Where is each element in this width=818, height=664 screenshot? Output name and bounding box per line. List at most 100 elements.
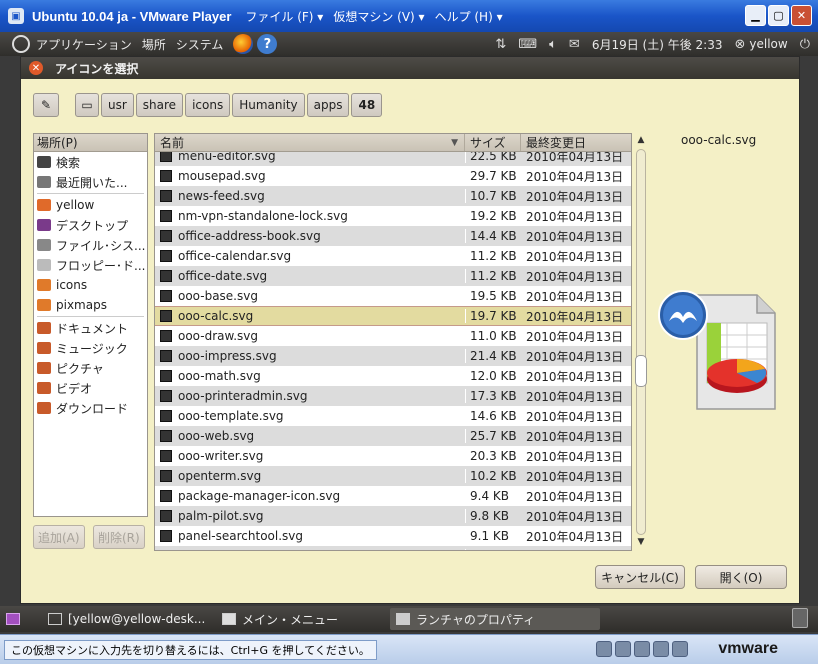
- file-row[interactable]: ooo-draw.svg 11.0 KB 2010年04月13日: [155, 326, 631, 346]
- vmware-menu-file[interactable]: ファイル (F) ▾: [245, 8, 323, 25]
- scroll-down-icon[interactable]: ▼: [635, 537, 647, 549]
- type-location-button[interactable]: ✎: [33, 93, 59, 117]
- place-item[interactable]: ミュージック: [34, 338, 147, 358]
- place-item[interactable]: icons: [34, 275, 147, 295]
- path-root-button[interactable]: ▭: [75, 93, 99, 117]
- place-item[interactable]: 最近開いた...: [34, 172, 147, 192]
- file-row[interactable]: openterm.svg 10.2 KB 2010年04月13日: [155, 466, 631, 486]
- place-item[interactable]: ビデオ: [34, 378, 147, 398]
- column-modified[interactable]: 最終変更日: [521, 134, 631, 151]
- menu-applications[interactable]: アプリケーション: [36, 36, 132, 53]
- vmware-menu-vm[interactable]: 仮想マシン (V) ▾: [333, 8, 424, 25]
- file-size: 9.1 KB: [465, 529, 521, 543]
- menu-system[interactable]: システム: [176, 36, 224, 53]
- user-name[interactable]: yellow: [749, 37, 787, 51]
- user-switch-icon[interactable]: ⊗: [734, 37, 745, 52]
- cd-rom-icon[interactable]: [615, 641, 631, 657]
- file-row[interactable]: package-manager-icon.svg 9.4 KB 2010年04月13…: [155, 486, 631, 506]
- scroll-thumb[interactable]: [635, 355, 647, 387]
- path-humanity[interactable]: Humanity: [232, 93, 305, 117]
- file-row[interactable]: nm-vpn-standalone-lock.svg 19.2 KB 2010年04…: [155, 206, 631, 226]
- help-icon[interactable]: ?: [257, 34, 278, 54]
- ubuntu-logo-icon[interactable]: [12, 35, 30, 53]
- file-date: 2010年04月13日: [526, 229, 624, 244]
- place-item[interactable]: ドキュメント: [34, 318, 147, 338]
- network-icon[interactable]: ⇅: [495, 37, 506, 52]
- file-row[interactable]: panel-searchtool.svg 9.1 KB 2010年04月13日: [155, 526, 631, 546]
- usb-icon[interactable]: [653, 641, 669, 657]
- hard-disk-icon[interactable]: [596, 641, 612, 657]
- file-row[interactable]: ooo-printeradmin.svg 17.3 KB 2010年04月13日: [155, 386, 631, 406]
- place-item[interactable]: yellow: [34, 195, 147, 215]
- remove-bookmark-button[interactable]: 削除(R): [93, 525, 145, 549]
- file-row[interactable]: office-calendar.svg 11.2 KB 2010年04月13日: [155, 246, 631, 266]
- minimize-button[interactable]: ▁: [745, 5, 766, 26]
- close-button[interactable]: ✕: [791, 5, 812, 26]
- task-launcher-properties[interactable]: ランチャのプロパティ: [390, 608, 600, 630]
- place-item[interactable]: ピクチャ: [34, 358, 147, 378]
- path-share[interactable]: share: [135, 93, 184, 117]
- file-row[interactable]: ooo-web.svg 25.7 KB 2010年04月13日: [155, 426, 631, 446]
- search-icon: [37, 156, 51, 168]
- keyboard-icon[interactable]: ⌨: [518, 37, 537, 52]
- open-button[interactable]: 開く(O): [695, 565, 787, 589]
- image-file-icon: [160, 170, 172, 182]
- file-row[interactable]: news-feed.svg 10.7 KB 2010年04月13日: [155, 186, 631, 206]
- place-item[interactable]: 検索: [34, 152, 147, 172]
- place-item[interactable]: デスクトップ: [34, 215, 147, 235]
- file-row[interactable]: ooo-impress.svg 21.4 KB 2010年04月13日: [155, 346, 631, 366]
- firefox-icon[interactable]: [233, 34, 254, 54]
- power-icon[interactable]: ⏻: [800, 37, 810, 52]
- sound-icon[interactable]: [672, 641, 688, 657]
- file-row[interactable]: ooo-math.svg 12.0 KB 2010年04月13日: [155, 366, 631, 386]
- file-row[interactable]: mousepad.svg 29.7 KB 2010年04月13日: [155, 166, 631, 186]
- volume-icon[interactable]: 🔈︎: [549, 37, 557, 52]
- cancel-button[interactable]: キャンセル(C): [595, 565, 685, 589]
- file-size: 21.4 KB: [465, 349, 521, 363]
- vmware-menu-help[interactable]: ヘルプ (H) ▾: [435, 8, 503, 25]
- mail-icon[interactable]: ✉: [569, 37, 580, 52]
- image-file-icon: [160, 190, 172, 202]
- file-row[interactable]: palm-pilot.svg 9.8 KB 2010年04月13日: [155, 506, 631, 526]
- scroll-trough[interactable]: [636, 149, 646, 535]
- path-usr[interactable]: usr: [101, 93, 134, 117]
- image-file-icon: [160, 270, 172, 282]
- task-main-menu[interactable]: メイン・メニュー: [216, 608, 388, 630]
- network-adapter-icon[interactable]: [634, 641, 650, 657]
- image-file-icon: [160, 210, 172, 222]
- column-name[interactable]: 名前 ▼: [155, 134, 465, 151]
- clock[interactable]: 6月19日 (土) 午後 2:33: [592, 36, 723, 53]
- image-file-icon: [160, 550, 172, 551]
- place-item[interactable]: ファイル･シス...: [34, 235, 147, 255]
- place-item[interactable]: ダウンロード: [34, 398, 147, 418]
- path-icons[interactable]: icons: [185, 93, 231, 117]
- file-row[interactable]: office-date.svg 11.2 KB 2010年04月13日: [155, 266, 631, 286]
- maximize-button[interactable]: ▢: [768, 5, 789, 26]
- task-terminal[interactable]: [yellow@yellow-desk...: [42, 608, 214, 630]
- file-list-scrollbar[interactable]: ▲ ▼: [633, 133, 649, 551]
- path-48[interactable]: 48: [351, 93, 383, 117]
- file-name: openterm.svg: [178, 469, 262, 483]
- file-row[interactable]: ooo-calc.svg 19.7 KB 2010年04月13日: [155, 306, 631, 326]
- videos-folder-icon: [37, 382, 51, 394]
- dialog-close-icon[interactable]: ✕: [29, 61, 43, 75]
- file-size: 11.0 KB: [465, 329, 521, 343]
- trash-icon[interactable]: [792, 608, 808, 628]
- column-size[interactable]: サイズ: [465, 134, 521, 151]
- image-file-icon: [160, 350, 172, 362]
- scroll-up-icon[interactable]: ▲: [635, 135, 647, 147]
- show-desktop-button[interactable]: [0, 608, 40, 630]
- places-header[interactable]: 場所(P): [34, 134, 147, 152]
- place-item[interactable]: フロッピー･ド...: [34, 255, 147, 275]
- path-apps[interactable]: apps: [306, 93, 350, 117]
- file-list: menu-editor.svg 22.5 KB 2010年04月13日 mousepa…: [154, 133, 632, 551]
- image-file-icon: [160, 290, 172, 302]
- file-row[interactable]: parcellite.svg 19.0 KB2010年04月13日: [155, 546, 631, 551]
- place-item[interactable]: pixmaps: [34, 295, 147, 315]
- file-row[interactable]: ooo-writer.svg 20.3 KB 2010年04月13日: [155, 446, 631, 466]
- menu-places[interactable]: 場所: [142, 36, 166, 53]
- add-bookmark-button[interactable]: 追加(A): [33, 525, 85, 549]
- file-row[interactable]: ooo-template.svg 14.6 KB 2010年04月13日: [155, 406, 631, 426]
- file-row[interactable]: office-address-book.svg 14.4 KB 2010年04月13…: [155, 226, 631, 246]
- file-row[interactable]: ooo-base.svg 19.5 KB 2010年04月13日: [155, 286, 631, 306]
